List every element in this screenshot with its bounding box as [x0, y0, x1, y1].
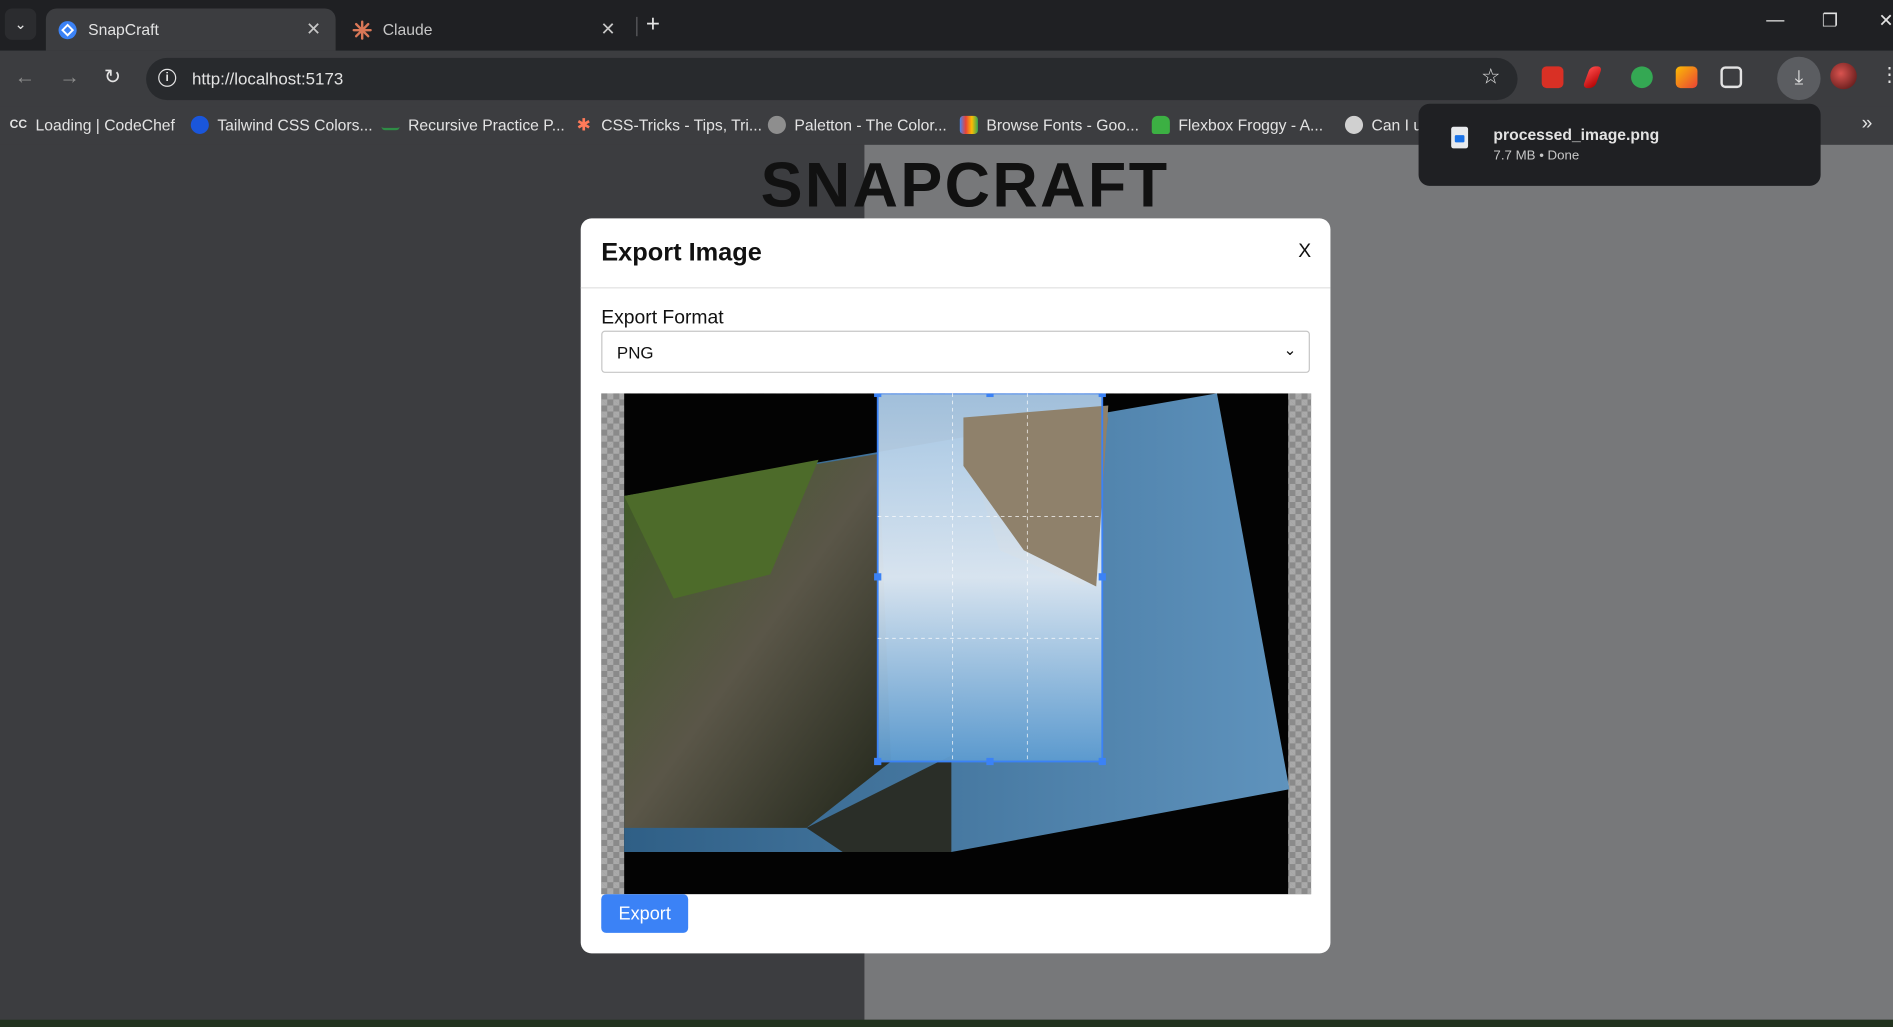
browser-toolbar: ← → ↻ i http://localhost:5173 ☆ ⤓ ⋮ [0, 50, 1893, 107]
bookmark-label: Flexbox Froggy - A... [1178, 115, 1324, 134]
frog-favicon-icon [1151, 115, 1170, 134]
tab-close-icon[interactable]: ✕ [601, 18, 616, 40]
window-close-icon[interactable]: ✕ [1879, 10, 1893, 32]
extension-brush-icon[interactable] [1675, 66, 1698, 89]
restore-icon[interactable]: ❐ [1822, 10, 1838, 32]
crop-handle [986, 393, 994, 398]
tab-close-icon[interactable]: ✕ [306, 18, 321, 40]
profile-avatar[interactable] [1830, 62, 1857, 90]
url-text[interactable]: http://localhost:5173 [192, 69, 343, 88]
crop-handle [1098, 393, 1106, 398]
google-fonts-favicon-icon [959, 115, 978, 134]
css-tricks-star-icon: ✱ [576, 114, 591, 134]
image-preview[interactable] [601, 393, 1312, 895]
minimize-icon[interactable]: — [1766, 10, 1784, 31]
back-arrow-icon[interactable]: ← [14, 65, 35, 89]
claude-favicon-icon [352, 19, 372, 40]
bookmark-label: Can I u [1371, 115, 1423, 134]
bookmark-google-fonts[interactable]: Browse Fonts - Goo... [959, 115, 1140, 134]
paletton-favicon-icon [767, 115, 786, 134]
tailwind-favicon-icon [190, 115, 209, 134]
bookmark-star-icon[interactable]: ☆ [1481, 64, 1500, 89]
reload-icon[interactable]: ↻ [104, 65, 121, 89]
chevron-down-icon: ⌄ [1283, 340, 1297, 359]
export-button[interactable]: Export [601, 894, 689, 933]
crop-handle [1098, 573, 1106, 581]
export-format-select[interactable]: PNG ⌄ [601, 330, 1310, 373]
forward-arrow-icon[interactable]: → [59, 65, 80, 89]
bookmarks-overflow-chevron-icon[interactable]: » [1862, 113, 1873, 135]
geeksforgeeks-favicon-icon [381, 119, 400, 131]
export-modal: Export Image X Export Format PNG ⌄ Expor… [580, 218, 1331, 954]
crop-handle [874, 757, 882, 766]
crop-handle [874, 393, 882, 398]
download-bubble[interactable]: processed_image.png 7.7 MB • Done [1418, 103, 1821, 186]
bookmark-can-i-use[interactable]: Can I u [1344, 115, 1423, 134]
more-menu-icon[interactable]: ⋮ [1880, 63, 1893, 87]
bookmark-label: Loading | CodeChef [35, 115, 175, 134]
new-tab-plus-icon[interactable]: + [646, 11, 660, 39]
crop-handle [874, 573, 882, 581]
extensions-puzzle-icon[interactable] [1720, 66, 1743, 89]
tab-title: Claude [382, 20, 433, 39]
modal-divider [580, 287, 1331, 289]
address-bar[interactable]: i http://localhost:5173 ☆ [146, 57, 1518, 101]
crop-handle [1098, 757, 1106, 766]
bookmark-paletton[interactable]: Paletton - The Color... [767, 115, 947, 134]
download-status: 7.7 MB • Done [1493, 148, 1580, 163]
bookmark-recursive-practice[interactable]: Recursive Practice P... [381, 115, 565, 134]
page-bottom-strip [0, 1019, 1893, 1027]
image-file-icon [1451, 126, 1469, 149]
modal-close-button[interactable]: X [1298, 241, 1311, 263]
extension-red-icon[interactable] [1541, 66, 1564, 89]
bookmark-label: Paletton - The Color... [794, 115, 947, 134]
crop-handle [986, 757, 994, 766]
bookmark-label: Tailwind CSS Colors... [217, 115, 373, 134]
download-filename[interactable]: processed_image.png [1493, 126, 1659, 144]
globe-icon [1344, 115, 1364, 134]
bookmark-css-tricks[interactable]: ✱ CSS-Tricks - Tips, Tri... [575, 114, 762, 134]
snapcraft-favicon-icon [58, 20, 77, 39]
app-logo: SNAPCRAFT [760, 150, 1170, 221]
tab-bar: ⌄ SnapCraft ✕ Claude ✕ + — ❐ ✕ [0, 0, 1893, 51]
export-format-label: Export Format [601, 307, 724, 329]
tab-search-chevron-icon[interactable]: ⌄ [4, 8, 37, 40]
bookmark-tailwind[interactable]: Tailwind CSS Colors... [190, 115, 373, 134]
bookmark-flexbox-froggy[interactable]: Flexbox Froggy - A... [1151, 115, 1324, 134]
bookmark-label: Browse Fonts - Goo... [986, 115, 1140, 134]
codechef-logo-icon: CC [9, 118, 28, 132]
bookmark-label: CSS-Tricks - Tips, Tri... [601, 115, 762, 134]
bookmark-codechef[interactable]: CC Loading | CodeChef [10, 116, 175, 134]
bookmark-label: Recursive Practice P... [408, 115, 565, 134]
extension-green-plus-icon[interactable] [1631, 66, 1653, 89]
modal-title: Export Image [601, 238, 762, 267]
tab-title: SnapCraft [88, 20, 159, 39]
tab-claude[interactable]: Claude ✕ [340, 8, 630, 50]
export-format-value: PNG [616, 342, 654, 363]
preview-canvas [624, 393, 1290, 895]
extension-pen-icon[interactable] [1582, 66, 1603, 89]
tab-snapcraft[interactable]: SnapCraft ✕ [45, 8, 336, 51]
downloads-icon[interactable]: ⤓ [1777, 56, 1821, 101]
site-info-icon[interactable]: i [158, 68, 177, 87]
tab-separator [636, 16, 638, 37]
